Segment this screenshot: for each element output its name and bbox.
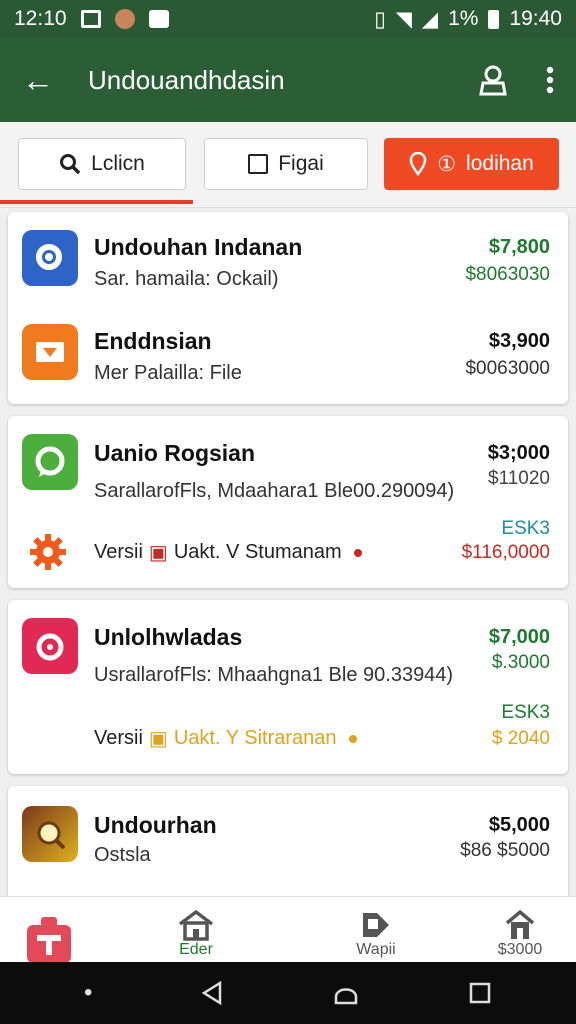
item-subtitle: SarallarofFls, Mdaahara1 Ble00.290094) [94, 480, 455, 502]
location-icon [409, 152, 427, 176]
status-text: Uakt. V Stumanam [173, 541, 342, 563]
folder-icon [22, 324, 78, 380]
back-arrow-icon[interactable]: ← [22, 62, 62, 99]
filter-bar: Lclicn Figai ① lodihan [0, 122, 576, 208]
filter-chip-search[interactable]: Lclicn [18, 138, 186, 190]
item-price: $3;000 [487, 442, 550, 464]
nav-label: $3000 [497, 941, 543, 958]
store-icon [363, 913, 389, 937]
nav-dot-icon[interactable]: • [84, 979, 92, 1007]
filter-chip-label: Figai [278, 152, 324, 175]
item-secondary-price: $8063030 [465, 264, 550, 285]
status-price: $ 2040 [491, 728, 550, 749]
home-circle-icon[interactable] [332, 979, 360, 1007]
filter-chip-checkbox[interactable]: Figai [204, 138, 368, 190]
status-dot [348, 734, 357, 743]
nav-item-tag[interactable] [14, 897, 84, 963]
account-icon[interactable] [478, 64, 508, 96]
list-card: Undouhan Indanan Sar. hamaila: Ockail) $… [8, 212, 568, 404]
item-name: Undouhan Indanan [94, 234, 303, 260]
chat-app-icon [22, 434, 78, 490]
house-icon [505, 909, 535, 939]
checkbox-icon [248, 154, 269, 174]
item-price: $7,000 [488, 626, 550, 648]
filter-chip-location[interactable]: ① lodihan [384, 138, 559, 190]
recents-square-icon[interactable] [468, 981, 492, 1005]
item-tag: ESK3 [501, 702, 550, 723]
nav-label: Wapii [356, 941, 396, 958]
signal-icon: ◢ [421, 7, 439, 31]
item-secondary-price: $11020 [488, 468, 550, 489]
filter-chip-label: lodihan [466, 152, 534, 175]
filter-chip-label: Lclicn [91, 152, 145, 175]
version-status-line: Versii ▣ Uakt. V Stumanam [94, 540, 362, 565]
home-icon [178, 909, 214, 941]
item-secondary-price: $0063000 [465, 358, 550, 379]
item-secondary-price: $.3000 [491, 652, 550, 673]
status-price: $116,0000 [461, 542, 550, 563]
item-secondary-price: $86 $5000 [460, 840, 550, 861]
status-tag-icon: ▣ [148, 728, 168, 750]
system-navigation-bar: • [0, 962, 576, 1024]
wifi-icon: ◥ [395, 7, 412, 31]
list-card[interactable]: Unlolhwladas UsrallarofFls: Mhaahgna1 Bl… [8, 600, 568, 774]
nav-label: Eder [179, 941, 213, 958]
status-text: Uakt. Y Sitraranan [173, 727, 337, 749]
item-subtitle: Sar. hamaila: Ockail) [94, 268, 279, 290]
image-notification-icon [148, 10, 169, 28]
back-triangle-icon[interactable] [200, 980, 224, 1006]
nav-item-home[interactable]: Eder [156, 897, 236, 963]
item-subtitle: UsrallarofFls: Mhaahgna1 Ble 90.33944) [94, 664, 454, 686]
camera-app-icon [22, 618, 78, 674]
item-subtitle: Ostsla [94, 844, 151, 866]
list-item[interactable]: Undouhan Indanan Sar. hamaila: Ockail) $… [8, 212, 568, 308]
avatar-notification-icon [114, 9, 135, 29]
status-dot [353, 548, 362, 557]
status-bar: 12:10 ▯ ◥ ◢ 1% 19:40 [0, 0, 576, 38]
vibrate-icon: ▯ [374, 7, 386, 31]
nav-item-store[interactable]: Wapii [336, 897, 416, 963]
list-card[interactable]: Undourhan Ostsla $5,000 $86 $5000 [8, 786, 568, 898]
filter-chip-prefix: ① [437, 152, 457, 176]
tag-icon [27, 917, 71, 963]
battery-icon [488, 9, 500, 29]
item-name: Undourhan [94, 812, 217, 838]
photo-app-icon [22, 806, 78, 862]
version-status-line: Versii ▣ Uakt. Y Sitraranan [94, 726, 357, 751]
search-icon [60, 154, 81, 175]
status-time: 12:10 [14, 7, 67, 30]
page-title: Undouandhdasin [88, 64, 285, 95]
item-subtitle: Mer Palailla: File [94, 362, 242, 384]
app-bar: ← Undouandhdasin [0, 38, 576, 122]
item-name: Enddnsian [94, 328, 212, 354]
item-name: Uanio Rogsian [94, 440, 256, 466]
list-card[interactable]: Uanio Rogsian SarallarofFls, Mdaahara1 B… [8, 416, 568, 588]
search-app-icon [22, 230, 78, 286]
item-tag: ESK3 [501, 518, 550, 539]
active-tab-indicator [0, 200, 193, 204]
gear-icon[interactable] [28, 532, 68, 577]
status-clock: 19:40 [509, 7, 562, 30]
version-label: Versii [94, 727, 143, 749]
notification-icon [80, 10, 101, 28]
more-options-icon[interactable] [546, 66, 554, 94]
item-name: Unlolhwladas [94, 624, 243, 650]
list-item[interactable]: Enddnsian Mer Palailla: File $3,900 $006… [8, 308, 568, 404]
version-label: Versii [94, 541, 143, 563]
bottom-navigation: Eder Wapii $3000 [0, 896, 576, 963]
status-tag-icon: ▣ [148, 542, 168, 564]
item-price: $3,900 [488, 330, 550, 352]
nav-item-house[interactable]: $3000 [480, 897, 560, 963]
item-price: $7,800 [488, 236, 550, 258]
item-price: $5,000 [488, 814, 550, 836]
battery-percent: 1% [448, 7, 479, 30]
